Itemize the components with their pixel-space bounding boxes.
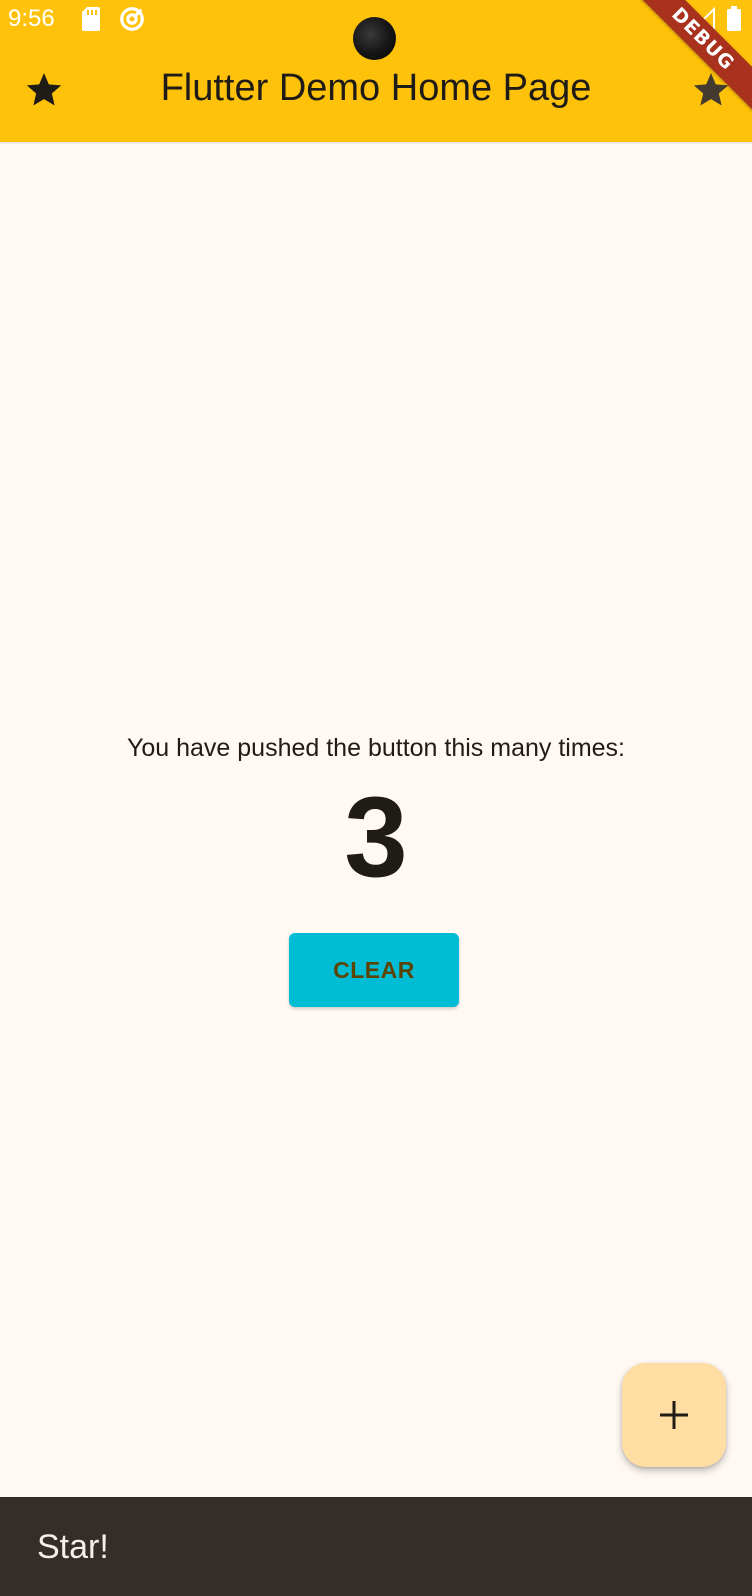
- battery-icon: [727, 6, 741, 31]
- at-sign-icon: [120, 7, 144, 31]
- snackbar: Star!: [0, 1497, 752, 1596]
- main-content: You have pushed the button this many tim…: [0, 142, 752, 1497]
- clear-button[interactable]: CLEAR: [289, 933, 459, 1007]
- counter-value: 3: [344, 774, 408, 901]
- status-time: 9:56: [8, 5, 55, 32]
- plus-icon: [660, 1401, 688, 1429]
- increment-fab[interactable]: [622, 1363, 726, 1467]
- sd-card-icon: [82, 7, 100, 31]
- counter-label: You have pushed the button this many tim…: [126, 734, 625, 762]
- camera-cutout: [353, 17, 396, 60]
- snackbar-message: Star!: [37, 1528, 109, 1566]
- page-title: Flutter Demo Home Page: [160, 67, 592, 109]
